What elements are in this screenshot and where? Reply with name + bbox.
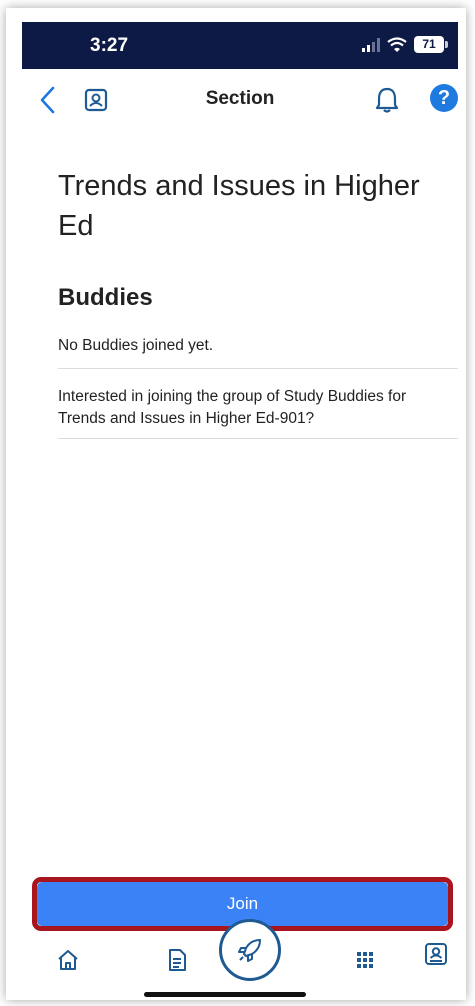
- rocket-icon: [238, 939, 261, 962]
- help-icon[interactable]: ?: [430, 84, 458, 112]
- launch-button[interactable]: [219, 919, 281, 981]
- home-indicator: [144, 992, 306, 997]
- buddies-heading: Buddies: [58, 284, 153, 311]
- phone-screen: 3:27 71 Section ? Trends and Issues in H…: [22, 22, 458, 1000]
- bell-icon[interactable]: [374, 86, 400, 114]
- battery-icon: 71: [414, 36, 448, 53]
- wifi-icon: [387, 37, 407, 52]
- page-title: Trends and Issues in Higher Ed: [58, 170, 420, 242]
- status-bar: 3:27 71: [22, 22, 458, 69]
- divider: [58, 438, 458, 439]
- divider: [58, 368, 458, 369]
- tab-bar: [22, 919, 458, 1000]
- signal-icon: [362, 37, 380, 52]
- empty-state-text: No Buddies joined yet.: [58, 337, 214, 354]
- document-icon[interactable]: [165, 948, 189, 972]
- apps-grid-icon[interactable]: [353, 948, 377, 972]
- home-icon[interactable]: [56, 948, 80, 972]
- nav-bar: Section ?: [22, 69, 458, 131]
- profile-card-icon[interactable]: [424, 942, 448, 966]
- status-time: 3:27: [90, 35, 129, 56]
- invite-text: Interested in joining the group of Study…: [58, 388, 407, 427]
- status-icons: 71: [362, 36, 448, 53]
